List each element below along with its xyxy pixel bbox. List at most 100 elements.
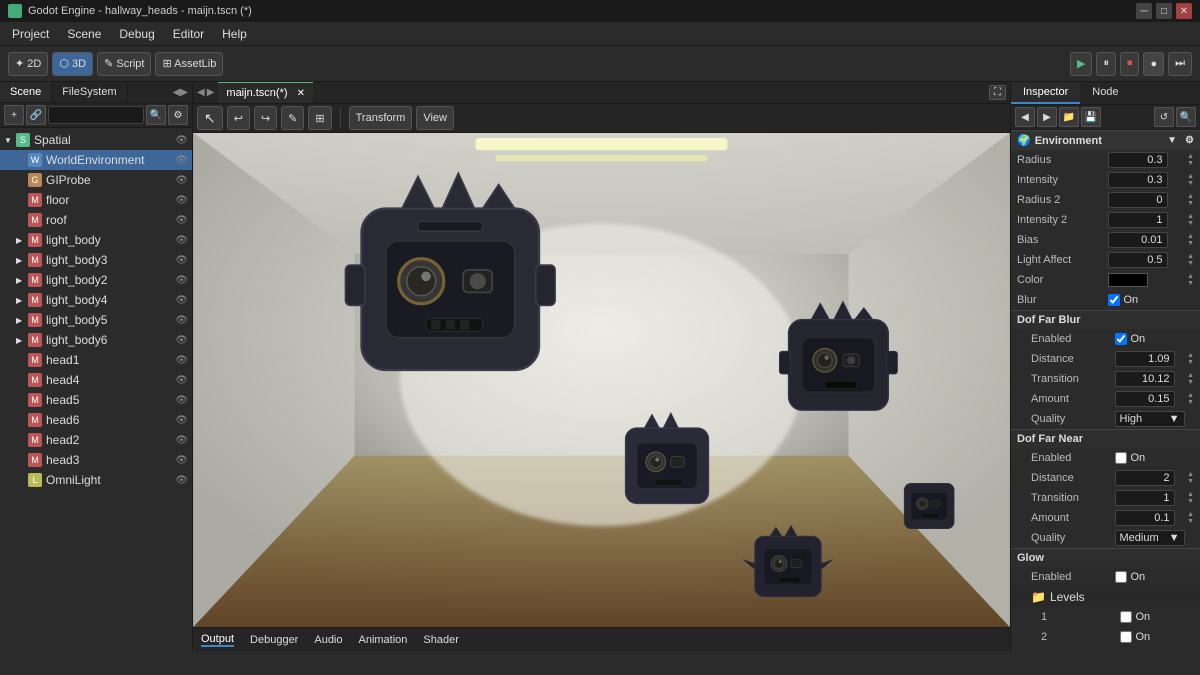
eye-icon-lb6[interactable]: 👁 [175,335,188,346]
tree-item-head5[interactable]: M head5 👁 [0,390,192,410]
glow-level-1-checkbox[interactable]: On [1120,611,1151,623]
toolbar-script-btn[interactable]: ✎ Script [97,52,151,76]
blur-checkbox[interactable]: On [1108,294,1139,306]
dof-near-trans-arrows[interactable]: ▲▼ [1187,491,1194,505]
toolbar-stop-btn[interactable]: ⏹ [1120,52,1140,76]
viewport-canvas[interactable] [193,133,1010,627]
prop-intensity-arrows[interactable]: ▲▼ [1187,173,1194,187]
vp-nav-left[interactable]: ◀ [197,87,205,98]
close-btn[interactable]: ✕ [1176,3,1192,19]
eye-icon-h4[interactable]: 👁 [175,375,188,386]
tree-item-roof[interactable]: M roof 👁 [0,210,192,230]
eye-icon-lb2[interactable]: 👁 [175,275,188,286]
inspector-tab-inspector[interactable]: Inspector [1011,82,1080,104]
toolbar-3d-btn[interactable]: ⬡ 3D [52,52,93,76]
add-node-btn[interactable]: + [4,105,24,125]
dof-near-check[interactable] [1115,452,1127,464]
prop-bias-arrows[interactable]: ▲▼ [1187,233,1194,247]
prop-color-arrows[interactable]: ▲▼ [1187,273,1194,287]
tree-arrow-lb4[interactable]: ▶ [16,296,28,305]
toolbar-2d-btn[interactable]: ✦ 2D [8,52,48,76]
tree-item-light-body[interactable]: ▶ M light_body 👁 [0,230,192,250]
dof-near-quality-dropdown[interactable]: Medium ▼ [1115,530,1185,546]
link-node-btn[interactable]: 🔗 [26,105,46,125]
dof-far-amount-arrows[interactable]: ▲▼ [1187,392,1194,406]
menu-debug[interactable]: Debug [111,25,162,43]
bottom-tab-shader[interactable]: Shader [423,634,458,646]
gl3-check[interactable] [1120,651,1132,652]
tree-item-worldenv[interactable]: W WorldEnvironment 👁 [0,150,192,170]
toolbar-step-btn[interactable]: ⏭ [1168,52,1192,76]
vp-tool-pencil[interactable]: ✎ [281,106,304,130]
eye-icon-omni[interactable]: 👁 [175,475,188,486]
env-section-cog[interactable]: ⚙ [1185,135,1194,146]
bottom-tab-output[interactable]: Output [201,633,234,647]
bottom-tab-audio[interactable]: Audio [314,634,342,646]
toolbar-assetlib-btn[interactable]: ⊞ AssetLib [155,52,223,76]
eye-icon-h1[interactable]: 👁 [175,355,188,366]
tree-arrow-lb2[interactable]: ▶ [16,276,28,285]
insp-refresh-btn[interactable]: ↺ [1154,107,1174,127]
tree-item-light-body4[interactable]: ▶ M light_body4 👁 [0,290,192,310]
dof-near-trans-input[interactable]: 1 [1115,490,1175,506]
tree-item-light-body2[interactable]: ▶ M light_body2 👁 [0,270,192,290]
tree-arrow-lb[interactable]: ▶ [16,236,28,245]
tree-item-gi[interactable]: G GIProbe 👁 [0,170,192,190]
menu-project[interactable]: Project [4,25,57,43]
dof-near-amount-input[interactable]: 0.1 [1115,510,1175,526]
tree-item-light-body6[interactable]: ▶ M light_body6 👁 [0,330,192,350]
prop-light-affect-input[interactable]: 0.5 [1108,252,1168,268]
dof-near-dist-input[interactable]: 2 [1115,470,1175,486]
dof-far-section-header[interactable]: Dof Far Blur [1011,310,1200,329]
tab-filesystem[interactable]: FileSystem [52,82,127,102]
minimize-btn[interactable]: ─ [1136,3,1152,19]
eye-icon-h3[interactable]: 👁 [175,455,188,466]
eye-icon-spatial[interactable]: 👁 [175,135,188,146]
dof-far-trans-input[interactable]: 10.12 [1115,371,1175,387]
eye-icon-h6[interactable]: 👁 [175,415,188,426]
tree-item-head6[interactable]: M head6 👁 [0,410,192,430]
vp-nav-right[interactable]: ▶ [207,87,215,98]
viewport-tab-main[interactable]: maijn.tscn(*) ✕ [218,82,313,103]
bottom-tab-animation[interactable]: Animation [359,634,408,646]
tree-arrow-lb6[interactable]: ▶ [16,336,28,345]
eye-icon-lb[interactable]: 👁 [175,235,188,246]
eye-icon-lb4[interactable]: 👁 [175,295,188,306]
gl1-check[interactable] [1120,611,1132,623]
dof-far-quality-dropdown[interactable]: High ▼ [1115,411,1185,427]
vp-tool-undo[interactable]: ↪ [254,106,277,130]
expand-viewport-btn[interactable]: ⛶ [989,85,1006,100]
menu-editor[interactable]: Editor [165,25,212,43]
vp-tool-grid[interactable]: ⊞ [308,106,331,130]
tab-scene[interactable]: Scene [0,82,52,102]
prop-radius2-input[interactable]: 0 [1108,192,1168,208]
prop-radius2-arrows[interactable]: ▲▼ [1187,193,1194,207]
prop-intensity2-arrows[interactable]: ▲▼ [1187,213,1194,227]
insp-search-btn[interactable]: 🔍 [1176,107,1196,127]
toolbar-play-btn[interactable]: ▶ [1070,52,1092,76]
insp-nav-right[interactable]: ▶ [1037,107,1057,127]
eye-icon-lb3[interactable]: 👁 [175,255,188,266]
eye-icon-floor[interactable]: 👁 [175,195,188,206]
vp-transform-btn[interactable]: Transform [349,106,413,130]
dof-far-enabled-checkbox[interactable]: On [1115,333,1146,345]
prop-bias-input[interactable]: 0.01 [1108,232,1168,248]
eye-icon-gi[interactable]: 👁 [175,175,188,186]
dof-near-checkbox[interactable]: On [1115,452,1146,464]
down-arrow[interactable]: ▼ [1187,160,1194,167]
dof-far-check[interactable] [1115,333,1127,345]
tree-item-head2[interactable]: M head2 👁 [0,430,192,450]
glow-levels-folder[interactable]: 📁 Levels [1031,590,1085,604]
panel-nav-right[interactable]: ▶ [180,87,188,98]
glow-checkbox[interactable]: On [1115,571,1146,583]
vp-tool-select[interactable]: ↖ [197,106,223,130]
dof-near-section-header[interactable]: Dof Far Near [1011,429,1200,448]
gl2-check[interactable] [1120,631,1132,643]
eye-icon-lb5[interactable]: 👁 [175,315,188,326]
toolbar-record-btn[interactable]: ● [1143,52,1164,76]
vp-tool-move[interactable]: ↩ [227,106,250,130]
scene-search-input[interactable] [48,106,144,124]
up-arrow[interactable]: ▲ [1187,153,1194,160]
blur-check-input[interactable] [1108,294,1120,306]
color-swatch[interactable] [1108,273,1148,287]
